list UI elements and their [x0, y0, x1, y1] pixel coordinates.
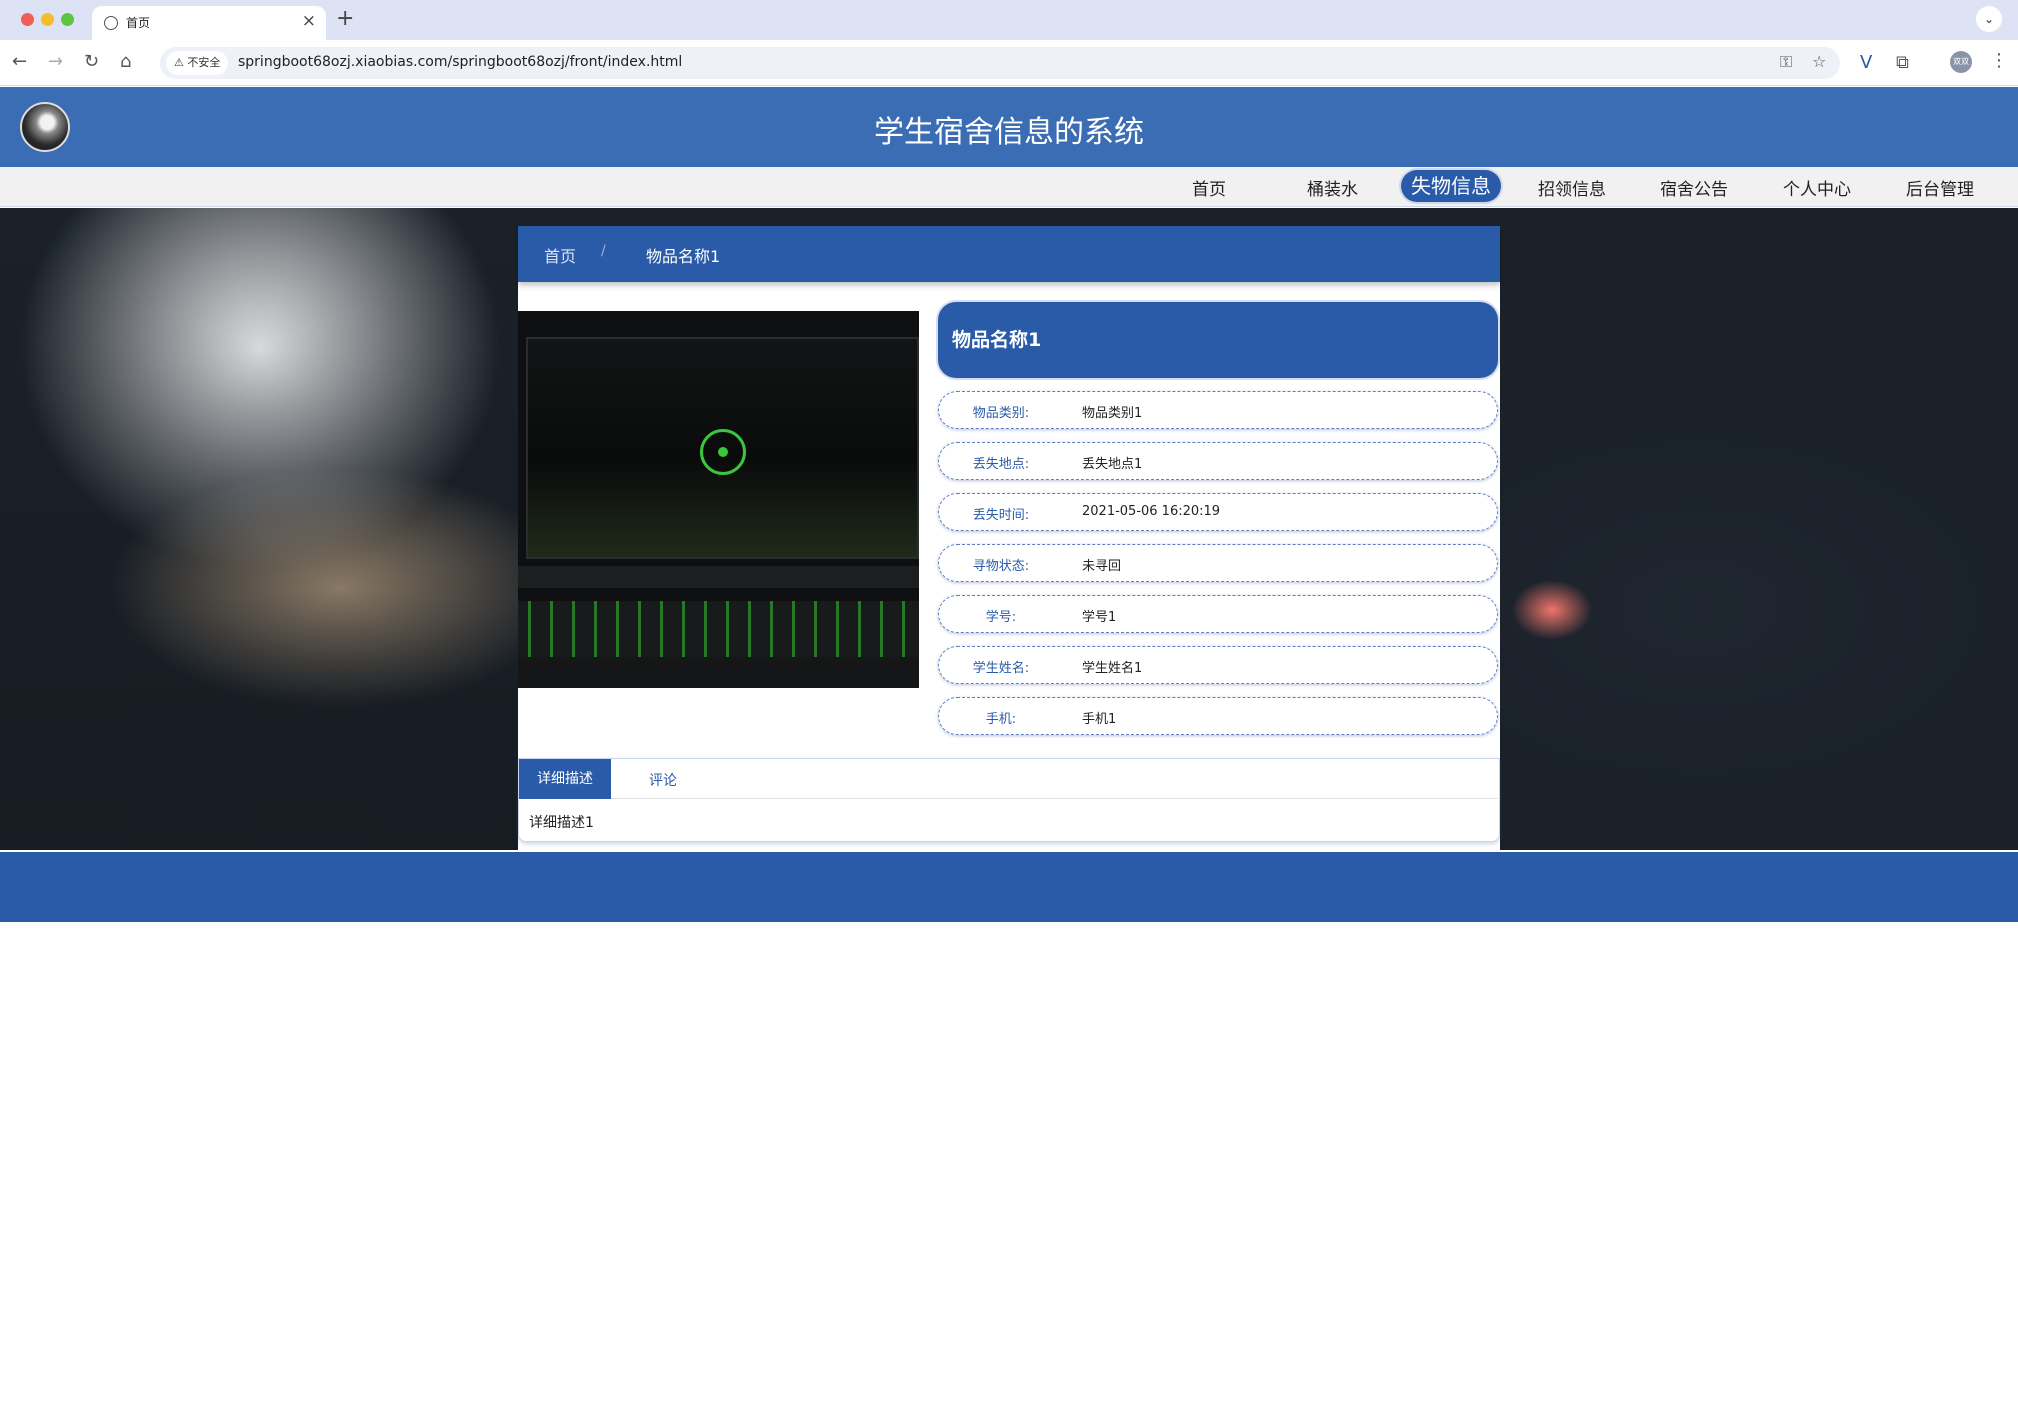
- info-row-category: 物品类别: 物品类别1: [938, 391, 1498, 429]
- info-row-student-id: 学号: 学号1: [938, 595, 1498, 633]
- globe-icon: [104, 16, 118, 30]
- nav-water[interactable]: 桶装水: [1307, 175, 1358, 200]
- background-shade: [0, 208, 520, 850]
- nav-found-items[interactable]: 招领信息: [1538, 175, 1606, 200]
- puzzle-icon[interactable]: ⧉: [1896, 52, 1909, 73]
- tab-close-icon[interactable]: ×: [302, 11, 316, 31]
- laptop-keyboard: [518, 601, 919, 657]
- address-bar[interactable]: ⚠ 不安全 springboot68ozj.xiaobias.com/sprin…: [160, 47, 1840, 79]
- laptop-base: [518, 657, 919, 688]
- info-value: 手机1: [1082, 712, 1117, 727]
- main-nav: 首页 桶装水 失物信息 招领信息 宿舍公告 个人中心 后台管理: [0, 167, 2018, 207]
- window-minimize-button[interactable]: [41, 13, 54, 26]
- window-maximize-button[interactable]: [61, 13, 74, 26]
- laptop-screen: [526, 337, 919, 559]
- nav-personal-center[interactable]: 个人中心: [1783, 175, 1851, 200]
- info-label: 寻物状态:: [972, 559, 1030, 574]
- window-close-button[interactable]: [21, 13, 34, 26]
- tab-search-icon[interactable]: ⌄: [1976, 6, 2002, 32]
- url-text[interactable]: springboot68ozj.xiaobias.com/springboot6…: [238, 54, 682, 70]
- back-icon[interactable]: ←: [12, 51, 27, 73]
- info-value: 未寻回: [1082, 559, 1122, 574]
- item-title: 物品名称1: [938, 302, 1498, 378]
- info-value: 学号1: [1082, 610, 1117, 625]
- security-indicator[interactable]: ⚠ 不安全: [166, 51, 229, 75]
- info-value: 学生姓名1: [1082, 661, 1143, 676]
- kebab-menu-icon[interactable]: ⋮: [1990, 50, 2008, 71]
- browser-tab-strip: 首页 × + ⌄: [0, 0, 2018, 40]
- tab-bar: 详细描述 评论: [519, 759, 1498, 799]
- nav-lost-items[interactable]: 失物信息: [1401, 170, 1501, 202]
- profile-avatar[interactable]: 双双: [1950, 51, 1972, 73]
- info-label: 手机:: [985, 712, 1017, 727]
- home-icon[interactable]: ⌂: [120, 51, 131, 73]
- nav-admin[interactable]: 后台管理: [1906, 175, 1974, 200]
- info-row-lost-place: 丢失地点: 丢失地点1: [938, 442, 1498, 480]
- info-value: 物品类别1: [1082, 406, 1143, 421]
- info-row-phone: 手机: 手机1: [938, 697, 1498, 735]
- site-title: 学生宿舍信息的系统: [874, 115, 1144, 150]
- browser-tab[interactable]: 首页 ×: [92, 6, 326, 40]
- info-label: 学生姓名:: [972, 661, 1030, 676]
- breadcrumb-current: 物品名称1: [646, 247, 721, 266]
- item-photo: [518, 311, 919, 688]
- info-value: 丢失地点1: [1082, 457, 1143, 472]
- reload-icon[interactable]: ↻: [84, 51, 99, 73]
- site-header: 学生宿舍信息的系统: [0, 87, 2018, 167]
- description-tabs: 详细描述 评论 详细描述1: [518, 758, 1500, 842]
- star-icon[interactable]: ☆: [1812, 52, 1826, 71]
- breadcrumb-separator: /: [601, 243, 606, 259]
- browser-tab-title: 首页: [126, 16, 151, 30]
- detail-panel: 首页 / 物品名称1 物品名称1 物品类别: 物品类别1 丢失地点: 丢失地点1…: [518, 226, 1500, 850]
- nav-announcements[interactable]: 宿舍公告: [1660, 175, 1728, 200]
- info-label: 丢失地点:: [972, 457, 1030, 472]
- info-row-status: 寻物状态: 未寻回: [938, 544, 1498, 582]
- browser-toolbar: ← → ↻ ⌂ ⚠ 不安全 springboot68ozj.xiaobias.c…: [0, 40, 2018, 86]
- breadcrumb-home[interactable]: 首页: [544, 243, 576, 267]
- tab-comment[interactable]: 评论: [649, 770, 677, 790]
- breadcrumb: 首页 / 物品名称1: [518, 226, 1500, 282]
- info-value: 2021-05-06 16:20:19: [1082, 504, 1221, 519]
- logo-center: [718, 447, 728, 457]
- new-tab-button[interactable]: +: [336, 6, 354, 31]
- insecure-label: 不安全: [187, 56, 221, 69]
- info-label: 学号:: [985, 610, 1017, 625]
- detail-description: 详细描述1: [529, 815, 594, 831]
- extension-v-icon[interactable]: V: [1860, 52, 1872, 73]
- forward-icon[interactable]: →: [48, 51, 63, 73]
- info-label: 丢失时间:: [972, 508, 1030, 523]
- key-icon[interactable]: ⚿: [1780, 52, 1792, 72]
- tab-detail[interactable]: 详细描述: [519, 759, 611, 799]
- info-label: 物品类别:: [972, 406, 1030, 421]
- laptop-hinge: [518, 566, 919, 588]
- nav-home[interactable]: 首页: [1192, 175, 1226, 200]
- info-row-lost-time: 丢失时间: 2021-05-06 16:20:19: [938, 493, 1498, 531]
- site-footer: [0, 852, 2018, 922]
- info-row-student-name: 学生姓名: 学生姓名1: [938, 646, 1498, 684]
